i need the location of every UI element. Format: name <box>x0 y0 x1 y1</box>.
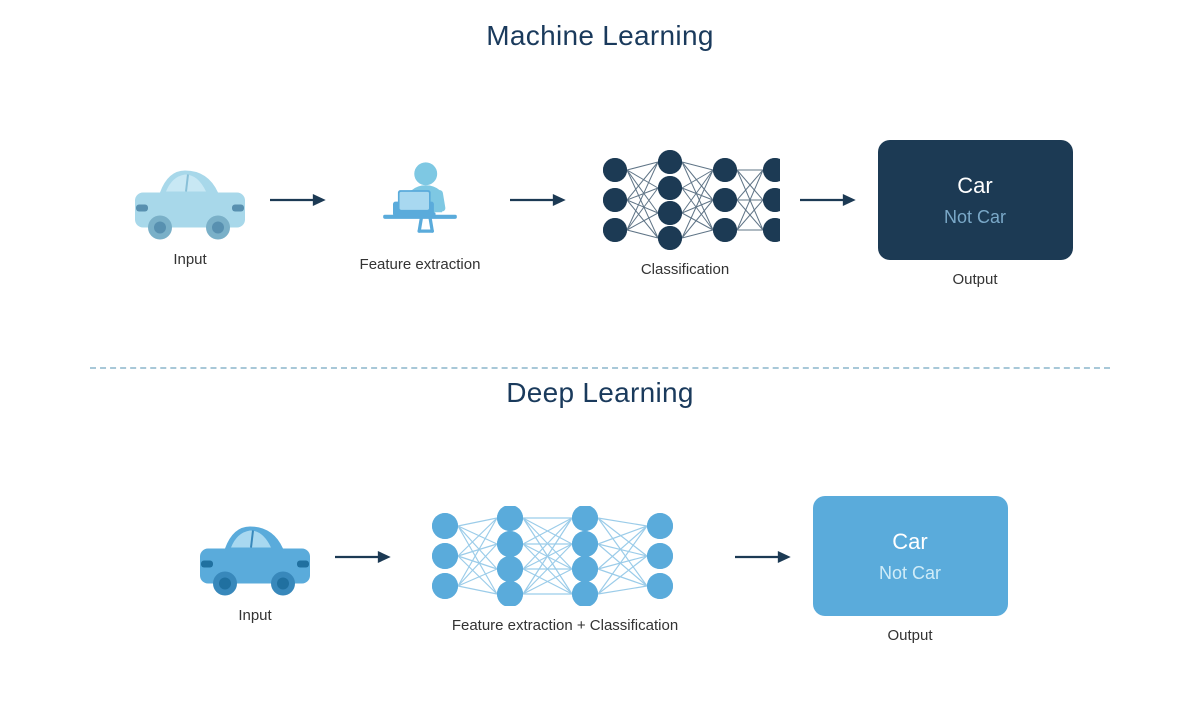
main-container: Machine Learning <box>0 0 1200 725</box>
ml-diagram-row: Input <box>120 70 1080 359</box>
ml-car-icon <box>130 160 250 240</box>
ml-classification-label: Classification <box>641 260 729 280</box>
ml-output-car: Car <box>957 168 992 203</box>
dl-car-icon <box>195 516 315 596</box>
section-divider <box>90 367 1110 369</box>
dl-output-notcar: Not Car <box>879 559 941 588</box>
dl-title: Deep Learning <box>506 377 694 409</box>
ml-output-notcar: Not Car <box>944 203 1006 232</box>
dl-feat-class-item: Feature extraction + Classification <box>405 506 725 636</box>
ml-arrow-1 <box>270 188 330 212</box>
ml-input-label: Input <box>173 250 206 270</box>
ml-section: Machine Learning <box>0 20 1200 359</box>
ml-output-dark-box: Car Not Car <box>878 140 1073 260</box>
ml-output-item: Car Not Car Output <box>870 140 1080 290</box>
dl-output-light-box: Car Not Car <box>813 496 1008 616</box>
dl-section: Deep Learning <box>0 377 1200 716</box>
ml-output-label: Output <box>952 270 997 290</box>
dl-arrow-2 <box>735 545 795 569</box>
ml-input-item: Input <box>120 160 260 270</box>
dl-input-item: Input <box>185 516 325 626</box>
ml-output-box: Car Not Car <box>878 140 1073 260</box>
ml-feature-label: Feature extraction <box>360 255 481 275</box>
ml-classification-item: Classification <box>580 150 790 280</box>
dl-output-label: Output <box>887 626 932 646</box>
ml-feature-item: Feature extraction <box>340 155 500 275</box>
ml-title: Machine Learning <box>486 20 713 52</box>
ml-arrow-2 <box>510 188 570 212</box>
dl-feat-class-label: Feature extraction + Classification <box>452 616 678 636</box>
ml-person-icon <box>375 155 465 245</box>
ml-neural-net-icon <box>590 150 780 250</box>
ml-arrow-3 <box>800 188 860 212</box>
dl-output-item: Car Not Car Output <box>805 496 1015 646</box>
dl-output-box: Car Not Car <box>813 496 1008 616</box>
dl-arrow-1 <box>335 545 395 569</box>
dl-neural-net-icon <box>420 506 710 606</box>
dl-input-label: Input <box>238 606 271 626</box>
dl-diagram-row: Input <box>185 427 1015 716</box>
dl-output-car: Car <box>892 524 927 559</box>
